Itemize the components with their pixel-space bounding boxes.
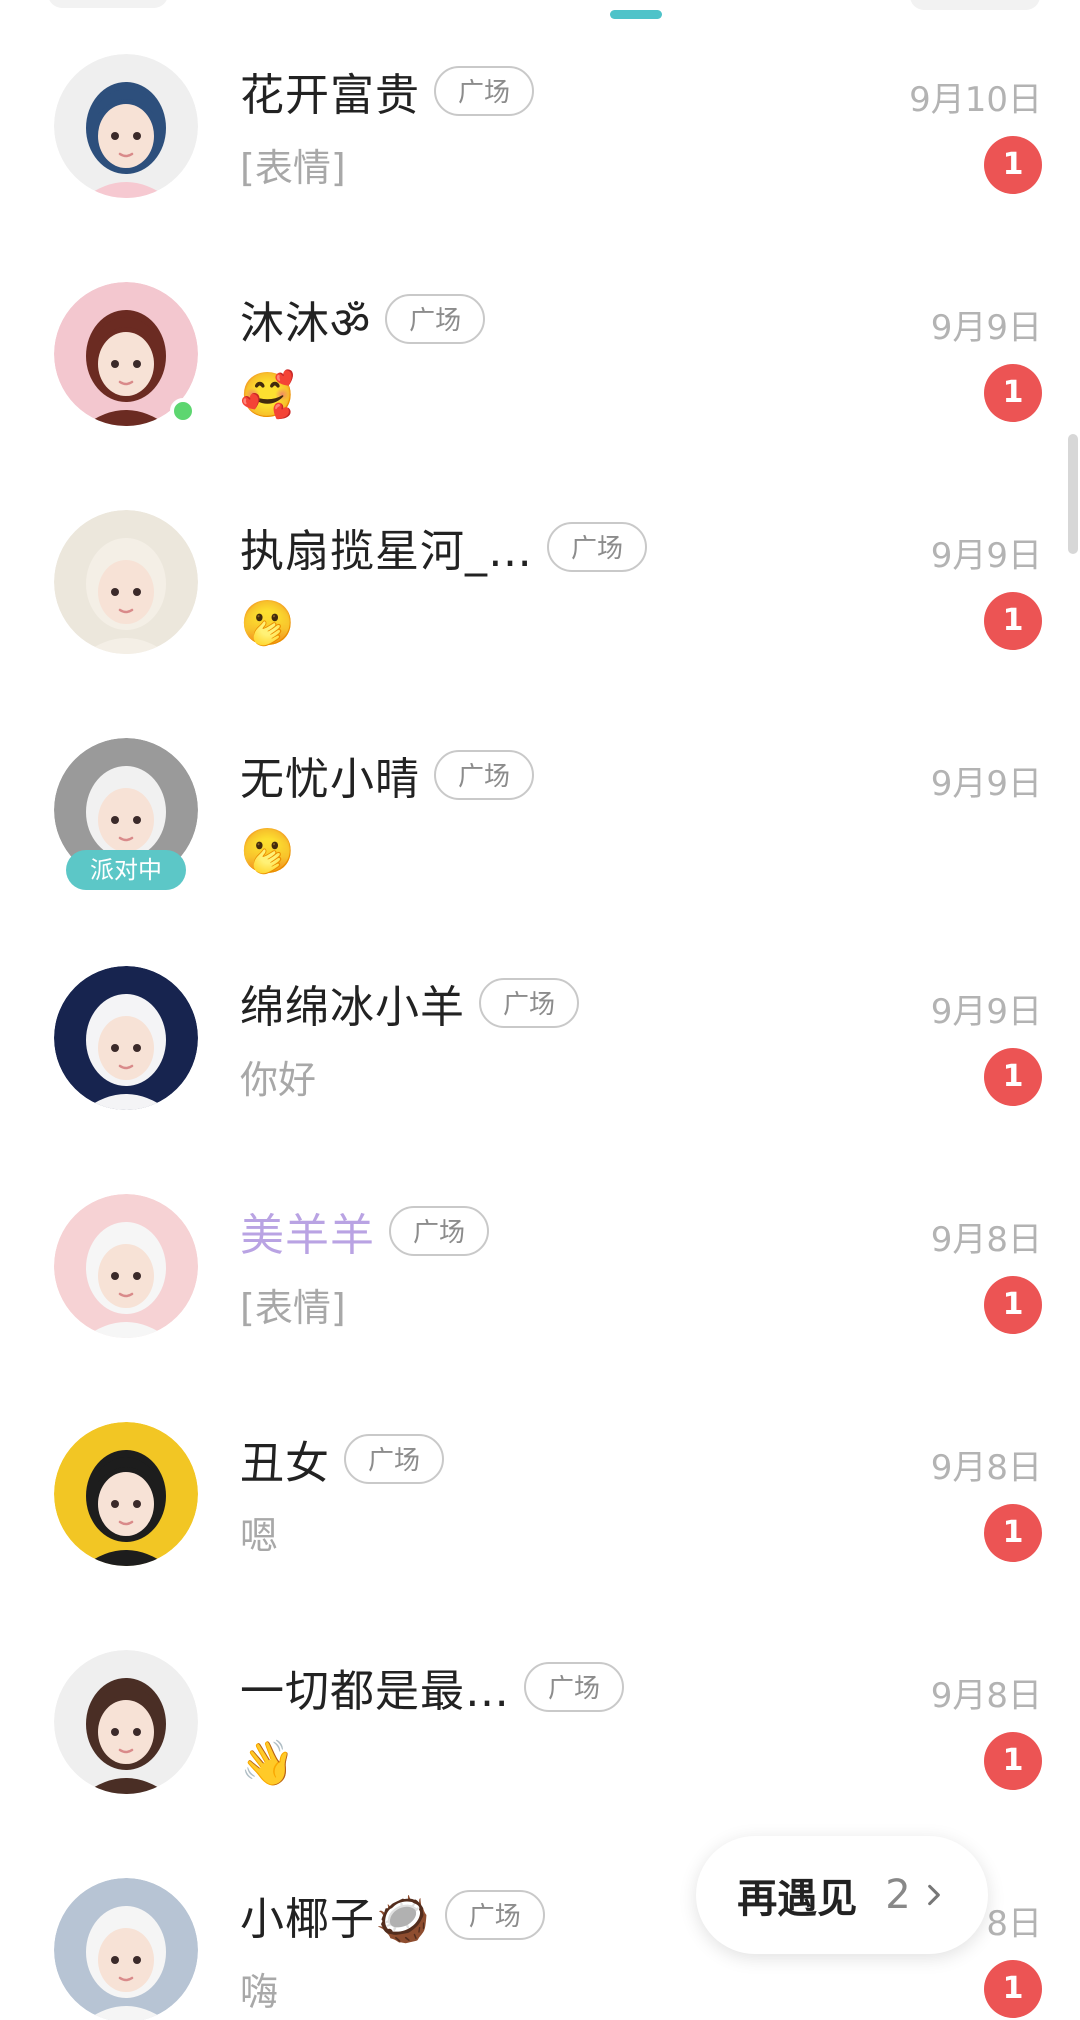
contact-name: 绵绵冰小羊 bbox=[240, 982, 465, 1033]
message-timestamp: 8日 bbox=[986, 1904, 1042, 1944]
unread-count-badge: 1 bbox=[984, 1504, 1042, 1562]
message-timestamp: 9月8日 bbox=[930, 1220, 1042, 1260]
name-line: 无忧小晴 广场 bbox=[240, 746, 535, 805]
source-tag: 广场 bbox=[479, 978, 580, 1028]
name-line: 花开富贵 广场 bbox=[240, 62, 535, 121]
source-tag: 广场 bbox=[444, 1890, 545, 1940]
party-status-badge: 派对中 bbox=[66, 850, 186, 890]
conversation-row[interactable]: 派对中 无忧小晴 广场 9月9日 🫢 bbox=[0, 732, 1080, 960]
message-preview: 👋 bbox=[240, 1738, 295, 1789]
avatar[interactable] bbox=[54, 966, 198, 1110]
contact-name: 一切都是最… bbox=[240, 1666, 510, 1717]
source-tag: 广场 bbox=[389, 1206, 490, 1256]
conversation-row[interactable]: 沐沐ॐ 广场 9月9日 🥰 1 bbox=[0, 276, 1080, 504]
message-timestamp: 9月8日 bbox=[930, 1448, 1042, 1488]
conversation-list: 花开富贵 广场 9月10日 [表情] 1 沐沐ॐ 广场 9月9日 🥰 1 执扇揽星河_… 广场 9月… bbox=[0, 48, 1080, 2020]
message-preview: 你好 bbox=[240, 1058, 317, 1102]
black-hair-girl-avatar-icon bbox=[54, 1422, 198, 1566]
message-preview: 🫢 bbox=[240, 598, 295, 649]
white-hair-girl-avatar-icon bbox=[54, 510, 198, 654]
unread-count-badge: 1 bbox=[984, 1732, 1042, 1790]
contact-name: 执扇揽星河_… bbox=[240, 526, 533, 577]
chevron-right-icon bbox=[927, 1884, 940, 1906]
avatar[interactable] bbox=[54, 1650, 198, 1794]
contact-name: 小椰子🥥 bbox=[240, 1894, 431, 1945]
message-preview: 🥰 bbox=[240, 370, 295, 421]
top-tab-bar bbox=[0, 0, 1080, 30]
contact-name: 美羊羊 bbox=[240, 1210, 375, 1261]
name-line: 美羊羊 广场 bbox=[240, 1202, 490, 1261]
online-status-dot bbox=[170, 398, 196, 424]
conversation-row[interactable]: 丑女 广场 9月8日嗯 1 bbox=[0, 1416, 1080, 1644]
avatar[interactable] bbox=[54, 510, 198, 654]
meet-again-button[interactable]: 再遇见 2 bbox=[696, 1836, 988, 1954]
source-tag: 广场 bbox=[434, 750, 535, 800]
brown-hair-girl-avatar-icon bbox=[54, 1650, 198, 1794]
name-line: 一切都是最… 广场 bbox=[240, 1658, 625, 1717]
white-hair-angry-avatar-icon bbox=[54, 1878, 198, 2020]
active-tab-indicator bbox=[610, 10, 662, 19]
name-line: 小椰子🥥 广场 bbox=[240, 1886, 545, 1945]
unread-count-badge: 1 bbox=[984, 1960, 1042, 2018]
unread-count-badge: 1 bbox=[984, 364, 1042, 422]
source-tag: 广场 bbox=[434, 66, 535, 116]
girl-mask-avatar-icon bbox=[54, 54, 198, 198]
avatar[interactable] bbox=[54, 1422, 198, 1566]
back-icon[interactable] bbox=[48, 0, 168, 8]
message-timestamp: 9月10日 bbox=[909, 80, 1042, 120]
conversation-row[interactable]: 美羊羊 广场 9月8日 [表情] 1 bbox=[0, 1188, 1080, 1416]
message-preview: [表情] bbox=[240, 146, 346, 190]
conversation-row[interactable]: 花开富贵 广场 9月10日 [表情] 1 bbox=[0, 48, 1080, 276]
message-list-page: 花开富贵 广场 9月10日 [表情] 1 沐沐ॐ 广场 9月9日 🥰 1 执扇揽星河_… 广场 9月… bbox=[0, 0, 1080, 2020]
message-timestamp: 9月9日 bbox=[930, 308, 1042, 348]
contact-name: 花开富贵 bbox=[240, 70, 420, 121]
contact-name: 丑女 bbox=[240, 1438, 330, 1489]
avatar[interactable] bbox=[54, 54, 198, 198]
avatar[interactable] bbox=[54, 1878, 198, 2020]
scrollbar[interactable] bbox=[1068, 434, 1078, 554]
unread-count-badge: 1 bbox=[984, 592, 1042, 650]
message-preview: 🫢 bbox=[240, 826, 295, 877]
unread-count-badge: 1 bbox=[984, 1276, 1042, 1334]
message-preview: [表情] bbox=[240, 1286, 346, 1330]
unread-count-badge: 1 bbox=[984, 1048, 1042, 1106]
message-timestamp: 9月9日 bbox=[930, 992, 1042, 1032]
name-line: 绵绵冰小羊 广场 bbox=[240, 974, 580, 1033]
contact-name: 沐沐ॐ bbox=[240, 298, 372, 349]
name-line: 沐沐ॐ 广场 bbox=[240, 290, 486, 349]
name-line: 丑女 广场 bbox=[240, 1430, 445, 1489]
name-line: 执扇揽星河_… 广场 bbox=[240, 518, 648, 577]
message-timestamp: 9月9日 bbox=[930, 536, 1042, 576]
message-timestamp: 9月9日 bbox=[930, 764, 1042, 804]
meet-again-label: 再遇见 bbox=[737, 1876, 858, 1922]
unread-count-badge: 1 bbox=[984, 136, 1042, 194]
top-right-icon[interactable] bbox=[910, 0, 1040, 10]
source-tag: 广场 bbox=[385, 294, 486, 344]
sheep-girl-avatar-icon bbox=[54, 966, 198, 1110]
meet-again-count: 2 bbox=[885, 1872, 911, 1918]
pink-bow-girl-avatar-icon bbox=[54, 1194, 198, 1338]
source-tag: 广场 bbox=[344, 1434, 445, 1484]
message-timestamp: 9月8日 bbox=[930, 1676, 1042, 1716]
source-tag: 广场 bbox=[547, 522, 648, 572]
conversation-row[interactable]: 绵绵冰小羊 广场 9月9日你好 1 bbox=[0, 960, 1080, 1188]
message-preview: 嗯 bbox=[240, 1514, 279, 1558]
source-tag: 广场 bbox=[524, 1662, 625, 1712]
avatar[interactable] bbox=[54, 1194, 198, 1338]
message-preview: 嗨 bbox=[240, 1970, 279, 2014]
conversation-row[interactable]: 执扇揽星河_… 广场 9月9日 🫢 1 bbox=[0, 504, 1080, 732]
contact-name: 无忧小晴 bbox=[240, 754, 420, 805]
